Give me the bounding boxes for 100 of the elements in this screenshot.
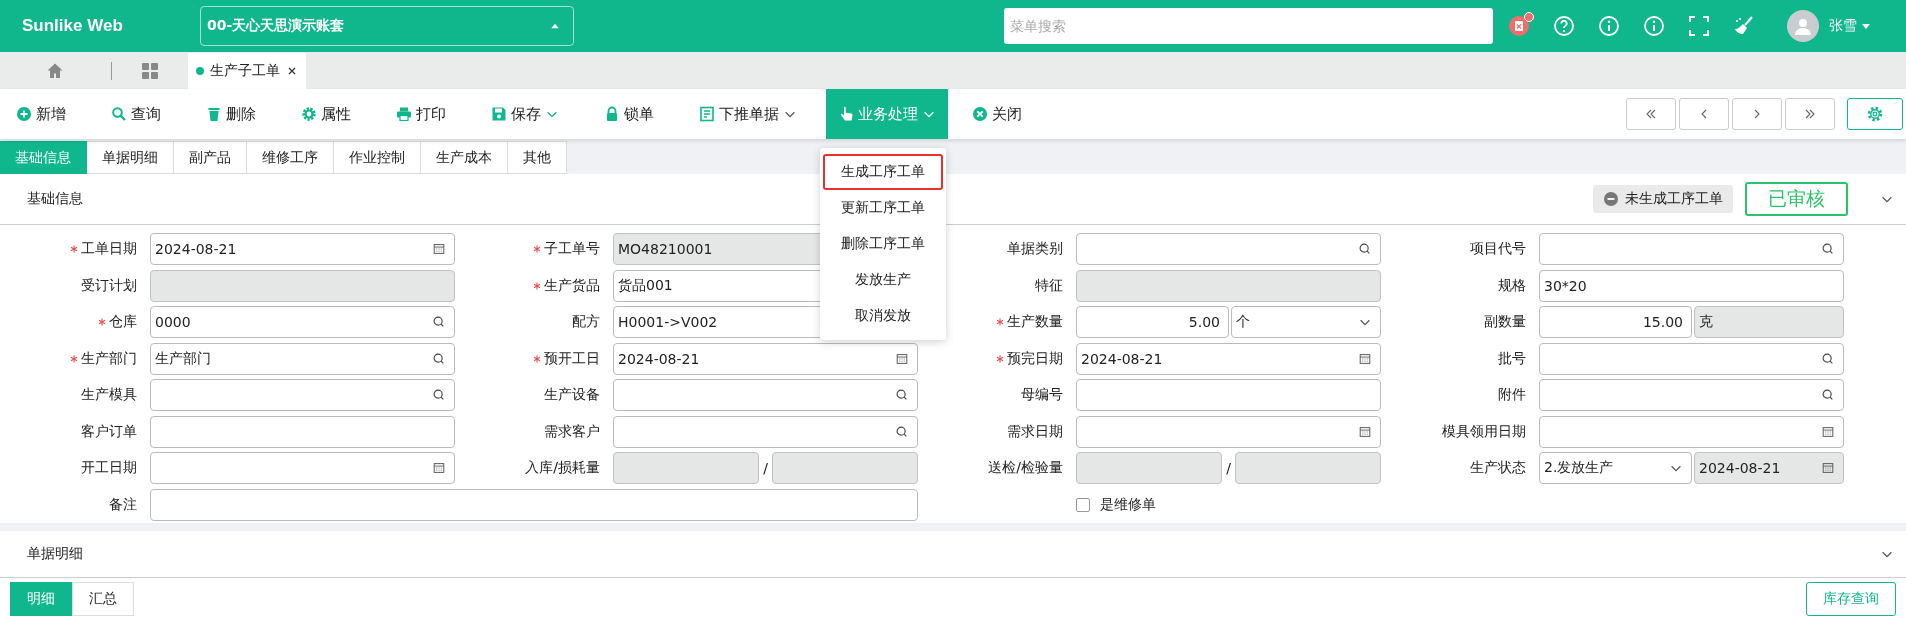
search-icon <box>1821 242 1835 256</box>
avatar[interactable] <box>1787 10 1819 42</box>
input-field[interactable] <box>613 415 918 448</box>
date-field[interactable]: 2024-08-21 <box>150 233 455 265</box>
input-field[interactable]: 30*20 <box>1539 269 1844 302</box>
toolbar-button[interactable]: 查询 <box>109 89 163 139</box>
gear-icon <box>301 106 317 122</box>
search-icon <box>432 351 446 366</box>
toolbar-button[interactable]: 关闭 <box>970 89 1024 139</box>
field-label: 生产状态 <box>1470 459 1526 477</box>
field-label: 备注 <box>109 495 137 514</box>
toolbar-button[interactable]: 保存 <box>489 89 561 139</box>
field-label: 受订计划 <box>81 276 137 295</box>
printer-icon <box>396 106 412 122</box>
help-icon <box>1553 15 1575 37</box>
select-field[interactable]: 2.发放生产 <box>1539 452 1692 484</box>
plus-circle-icon <box>16 106 32 122</box>
search-icon <box>111 106 127 122</box>
toolbar-button[interactable]: 打印 <box>394 89 448 139</box>
section-tab[interactable]: 维修工序 <box>247 141 334 174</box>
section-title: 基础信息 <box>27 190 83 208</box>
input-field[interactable] <box>613 379 918 411</box>
checkbox[interactable] <box>1076 497 1090 512</box>
field-label: 批号 <box>1498 349 1526 368</box>
field-label: 预开工日 <box>544 349 600 368</box>
separator: / <box>762 460 769 476</box>
calendar-icon <box>1358 351 1372 366</box>
date-field[interactable] <box>1539 415 1844 448</box>
section-tab[interactable]: 单据明细 <box>87 141 174 174</box>
settings-icon <box>1866 105 1884 123</box>
toolbar-button[interactable]: 下推单据 <box>697 89 799 139</box>
toolbar-button[interactable]: 删除 <box>204 89 258 139</box>
minus-circle-icon <box>1603 191 1619 207</box>
field-label: 生产模具 <box>81 386 137 404</box>
select-field[interactable]: 个 <box>1231 306 1381 338</box>
input-field[interactable] <box>150 379 455 411</box>
input-field[interactable]: 0000 <box>150 306 455 338</box>
search-field[interactable]: 菜单搜索 <box>1004 8 1493 44</box>
input-field[interactable] <box>1539 379 1844 411</box>
input-field[interactable] <box>1539 233 1844 265</box>
close-icon <box>972 106 988 122</box>
next-button[interactable] <box>1732 98 1782 130</box>
broom-icon <box>1733 15 1755 37</box>
field-label: 母编号 <box>1021 386 1063 404</box>
field-label: 需求客户 <box>544 422 600 441</box>
input-field[interactable] <box>150 415 455 448</box>
input-field[interactable] <box>1076 233 1381 265</box>
calendar-icon <box>1821 424 1835 439</box>
calendar-icon <box>1358 424 1372 439</box>
calendar-icon <box>1821 461 1835 475</box>
fullscreen-icon <box>1688 15 1710 37</box>
toolbar-button[interactable]: 新增 <box>14 89 68 139</box>
input-field[interactable] <box>1076 379 1381 411</box>
view-toggle[interactable]: 汇总 <box>72 581 134 616</box>
field-label: 副数量 <box>1484 313 1526 331</box>
app-logo: Sunlike Web <box>22 16 124 36</box>
input-field[interactable] <box>150 488 918 521</box>
field-label: 入库/损耗量 <box>525 459 600 477</box>
checkbox-label: 是维修单 <box>1100 495 1156 514</box>
calendar-icon <box>432 242 446 256</box>
field-label: 开工日期 <box>81 459 137 477</box>
status-dot <box>196 67 204 75</box>
info-icon <box>1598 15 1620 37</box>
section-tab[interactable]: 其他 <box>508 141 567 174</box>
section-tab[interactable]: 作业控制 <box>334 141 421 174</box>
info-icon <box>1643 15 1665 37</box>
search-icon <box>432 388 446 402</box>
field-label: 客户订单 <box>81 422 137 441</box>
settings-button[interactable] <box>1847 98 1903 130</box>
calendar-icon <box>895 351 909 366</box>
first-page-button[interactable] <box>1626 98 1676 130</box>
hand-pointer-icon <box>838 106 854 122</box>
search-icon <box>1821 388 1835 402</box>
input-field[interactable] <box>1539 342 1844 375</box>
input-field[interactable]: 15.00 <box>1539 306 1692 338</box>
date-field[interactable]: 2024-08-21 <box>1076 342 1381 375</box>
search-icon <box>1821 351 1835 366</box>
input-field[interactable]: 生产部门 <box>150 342 455 375</box>
date-field[interactable] <box>1076 415 1381 448</box>
search-icon <box>895 388 909 402</box>
separator: / <box>1225 460 1232 476</box>
date-field[interactable]: 2024-08-21 <box>613 342 918 375</box>
page-tab[interactable]: 生产子工单 <box>188 53 306 89</box>
section-tab[interactable]: 副产品 <box>174 141 247 174</box>
menu-item[interactable]: 更新工序工单 <box>823 190 943 226</box>
menu-item[interactable]: 生成工序工单 <box>823 154 943 190</box>
field-label: 预完日期 <box>1007 349 1063 368</box>
status-chip: 未生成工序工单 <box>1593 185 1733 213</box>
previous-button[interactable] <box>1679 98 1729 130</box>
field-label: 仓库 <box>109 313 137 331</box>
field-label: 生产数量 <box>1007 313 1063 331</box>
section-title: 单据明细 <box>27 544 83 563</box>
toolbar-button[interactable]: 锁单 <box>602 89 656 139</box>
section-tab[interactable]: 生产成本 <box>421 141 508 174</box>
date-field[interactable] <box>150 452 455 484</box>
toolbar-button[interactable]: 属性 <box>299 89 353 139</box>
last-page-button[interactable] <box>1785 98 1835 130</box>
field-label: 需求日期 <box>1007 422 1063 441</box>
search-icon <box>432 315 446 329</box>
input-field[interactable]: 5.00 <box>1076 306 1229 338</box>
